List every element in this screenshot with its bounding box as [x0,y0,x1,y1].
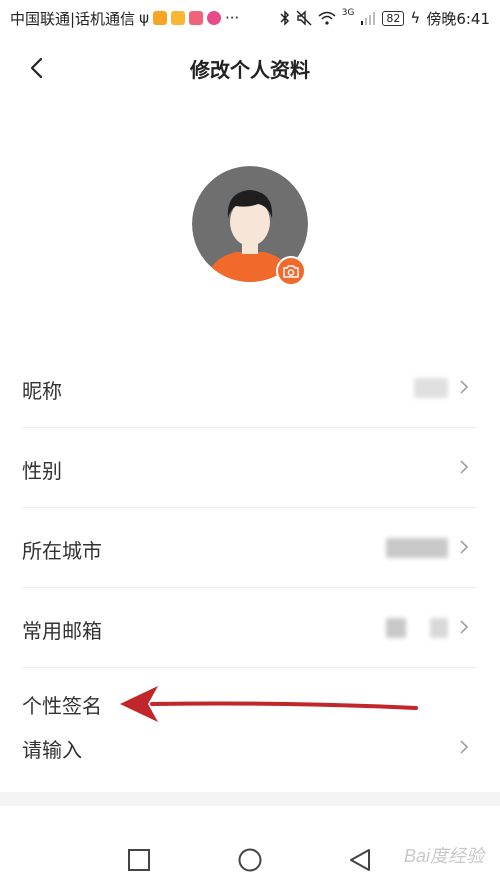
recent-apps-button[interactable] [125,846,153,874]
profile-list: 昵称 性别 所在城市 常用邮箱 个性签名 请输入 [0,348,500,796]
annotation-arrow [120,686,418,722]
chevron-right-icon [460,740,469,754]
gender-row[interactable]: 性别 [0,428,500,508]
battery-level: 82 [382,10,405,26]
nickname-row[interactable]: 昵称 [0,348,500,428]
chevron-right-icon [460,380,469,394]
header: 修改个人资料 [0,36,500,100]
clock: 傍晚6:41 [426,9,490,28]
mute-icon [296,10,312,26]
back-nav-button[interactable] [346,846,374,874]
watermark: Bai度经验 [403,846,484,866]
app-notification-icon [206,11,221,25]
app-notification-icon [188,11,203,25]
charging-icon: ϟ [410,9,421,27]
wifi-icon [318,11,336,25]
chevron-right-icon [460,540,469,554]
bluetooth-icon [280,10,289,26]
home-button[interactable] [236,846,264,874]
change-avatar-button[interactable] [276,256,306,286]
signal-icon [361,12,376,25]
status-bar: 中国联通|话机通信 ψ ··· 3G 82 ϟ 傍晚6:41 [0,0,500,36]
app-notification-icon [170,11,185,25]
page-title: 修改个人资料 [190,58,310,82]
email-label: 常用邮箱 [22,619,102,643]
chevron-right-icon [460,460,469,474]
status-right: 3G 82 ϟ 傍晚6:41 [280,8,490,29]
city-row[interactable]: 所在城市 [0,508,500,588]
email-row[interactable]: 常用邮箱 [0,588,500,668]
camera-icon [283,264,299,278]
status-left: 中国联通|话机通信 ψ ··· [10,8,239,29]
city-label: 所在城市 [22,539,102,563]
signature-label: 个性签名 [22,694,102,718]
chevron-right-icon [460,620,469,634]
network-type: 3G [341,7,355,18]
section-gap [0,792,500,806]
city-value-redacted [386,538,448,558]
system-nav-bar: Bai度经验 [0,820,500,889]
carrier-label: 中国联通|话机通信 [10,9,136,28]
email-value-redacted [386,618,448,638]
nickname-value-redacted [414,378,448,398]
usb-icon: ψ [139,9,149,27]
signature-placeholder: 请输入 [22,738,82,762]
more-notifications: ··· [224,9,240,27]
gender-label: 性别 [22,459,62,483]
app-notification-icon [152,11,167,25]
avatar-button[interactable] [192,166,308,286]
nickname-label: 昵称 [22,379,62,403]
